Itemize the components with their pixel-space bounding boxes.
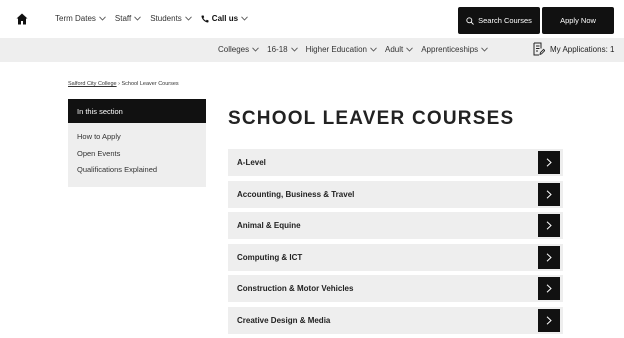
course-label: Computing & ICT xyxy=(237,252,303,262)
apply-now-button[interactable]: Apply Now xyxy=(542,7,614,34)
chevron-down-icon xyxy=(370,47,377,52)
chevron-down-icon xyxy=(134,16,142,21)
course-label: A-Level xyxy=(237,158,266,167)
chevron-right-icon xyxy=(546,284,552,293)
topnav-item-label: Students xyxy=(150,14,182,23)
top-bar: Term Dates Staff Students Call us Search… xyxy=(0,0,624,38)
my-applications-label: My Applications: 1 xyxy=(550,44,615,54)
course-list: A-Level Accounting, Business & Travel An… xyxy=(228,149,563,338)
chevron-down-icon xyxy=(290,47,298,52)
document-edit-icon xyxy=(533,42,545,56)
sidebar-heading-label: In this section xyxy=(77,106,123,116)
course-arrow-button[interactable] xyxy=(538,277,560,301)
course-row-accounting-business-travel[interactable]: Accounting, Business & Travel xyxy=(228,180,563,208)
breadcrumb-home-link[interactable]: Salford City College xyxy=(68,81,117,87)
topnav-item-label: Term Dates xyxy=(55,14,96,23)
subnav-item-16-18[interactable]: 16-18 xyxy=(267,45,298,54)
breadcrumb: Salford City College › School Leaver Cou… xyxy=(68,81,179,87)
sidebar-item-open-events[interactable]: Open Events xyxy=(77,148,206,165)
course-label: Animal & Equine xyxy=(237,221,301,231)
course-row-creative-design-media[interactable]: Creative Design & Media xyxy=(228,306,563,334)
subnav-item-higher-education[interactable]: Higher Education xyxy=(306,45,377,54)
chevron-down-icon xyxy=(241,16,248,21)
section-sidebar: In this section How to Apply Open Events… xyxy=(68,99,206,187)
course-row-computing-ict[interactable]: Computing & ICT xyxy=(228,243,563,271)
course-label: Accounting, Business & Travel xyxy=(237,189,355,199)
course-row-a-level[interactable]: A-Level xyxy=(228,149,563,176)
subnav-item-label: Colleges xyxy=(218,45,250,54)
sidebar-item-qualifications-explained[interactable]: Qualifications Explained xyxy=(77,164,206,181)
subnav-item-colleges[interactable]: Colleges xyxy=(218,45,259,54)
subnav-item-label: Adult xyxy=(384,45,404,54)
subnav-item-label: 16-18 xyxy=(267,45,288,54)
breadcrumb-current: School Leaver Courses xyxy=(121,81,179,87)
chevron-right-icon xyxy=(546,190,552,199)
chevron-down-icon xyxy=(184,16,192,21)
chevron-down-icon xyxy=(406,47,414,52)
sidebar-heading: In this section xyxy=(68,99,206,123)
chevron-right-icon xyxy=(546,158,552,167)
chevron-right-icon xyxy=(546,253,552,262)
sidebar-item-how-to-apply[interactable]: How to Apply xyxy=(77,131,206,148)
phone-icon xyxy=(201,15,209,23)
course-label: Creative Design & Media xyxy=(237,315,331,325)
search-courses-button[interactable]: Search Courses xyxy=(458,7,540,34)
course-arrow-button[interactable] xyxy=(538,214,560,238)
secondary-nav: Colleges 16-18 Higher Education Adult Ap… xyxy=(0,38,624,62)
search-courses-label: Search Courses xyxy=(478,16,532,25)
sidebar-list: How to Apply Open Events Qualifications … xyxy=(68,123,206,181)
course-arrow-button[interactable] xyxy=(538,151,560,174)
chevron-down-icon xyxy=(252,47,259,52)
chevron-right-icon xyxy=(546,316,552,325)
topnav-item-staff[interactable]: Staff xyxy=(114,14,142,23)
call-us-menu[interactable]: Call us xyxy=(201,14,248,23)
course-arrow-button[interactable] xyxy=(538,182,560,206)
chevron-down-icon xyxy=(481,47,488,52)
chevron-right-icon xyxy=(546,221,552,230)
topnav-item-students[interactable]: Students xyxy=(150,14,192,23)
topnav-item-term-dates[interactable]: Term Dates xyxy=(55,14,106,23)
apply-now-label: Apply Now xyxy=(560,16,596,25)
top-nav: Term Dates Staff Students Call us xyxy=(55,14,257,23)
search-icon xyxy=(466,16,474,25)
call-us-label: Call us xyxy=(211,14,239,23)
page-title: SCHOOL LEAVER COURSES xyxy=(228,108,515,129)
course-row-construction-motor-vehicles[interactable]: Construction & Motor Vehicles xyxy=(228,275,563,303)
subnav-item-adult[interactable]: Adult xyxy=(384,45,414,54)
subnav-item-label: Higher Education xyxy=(305,45,367,54)
course-arrow-button[interactable] xyxy=(538,245,560,269)
subnav-item-label: Apprenticeships xyxy=(421,45,479,54)
secondary-nav-items: Colleges 16-18 Higher Education Adult Ap… xyxy=(218,45,496,54)
my-applications-link[interactable]: My Applications: 1 xyxy=(533,42,614,56)
course-row-animal-equine[interactable]: Animal & Equine xyxy=(228,212,563,240)
course-label: Construction & Motor Vehicles xyxy=(237,284,354,294)
chevron-down-icon xyxy=(99,16,106,21)
subnav-item-apprenticeships[interactable]: Apprenticeships xyxy=(421,45,488,54)
topnav-item-label: Staff xyxy=(114,14,132,23)
course-arrow-button[interactable] xyxy=(538,308,560,332)
home-icon[interactable] xyxy=(16,13,28,25)
